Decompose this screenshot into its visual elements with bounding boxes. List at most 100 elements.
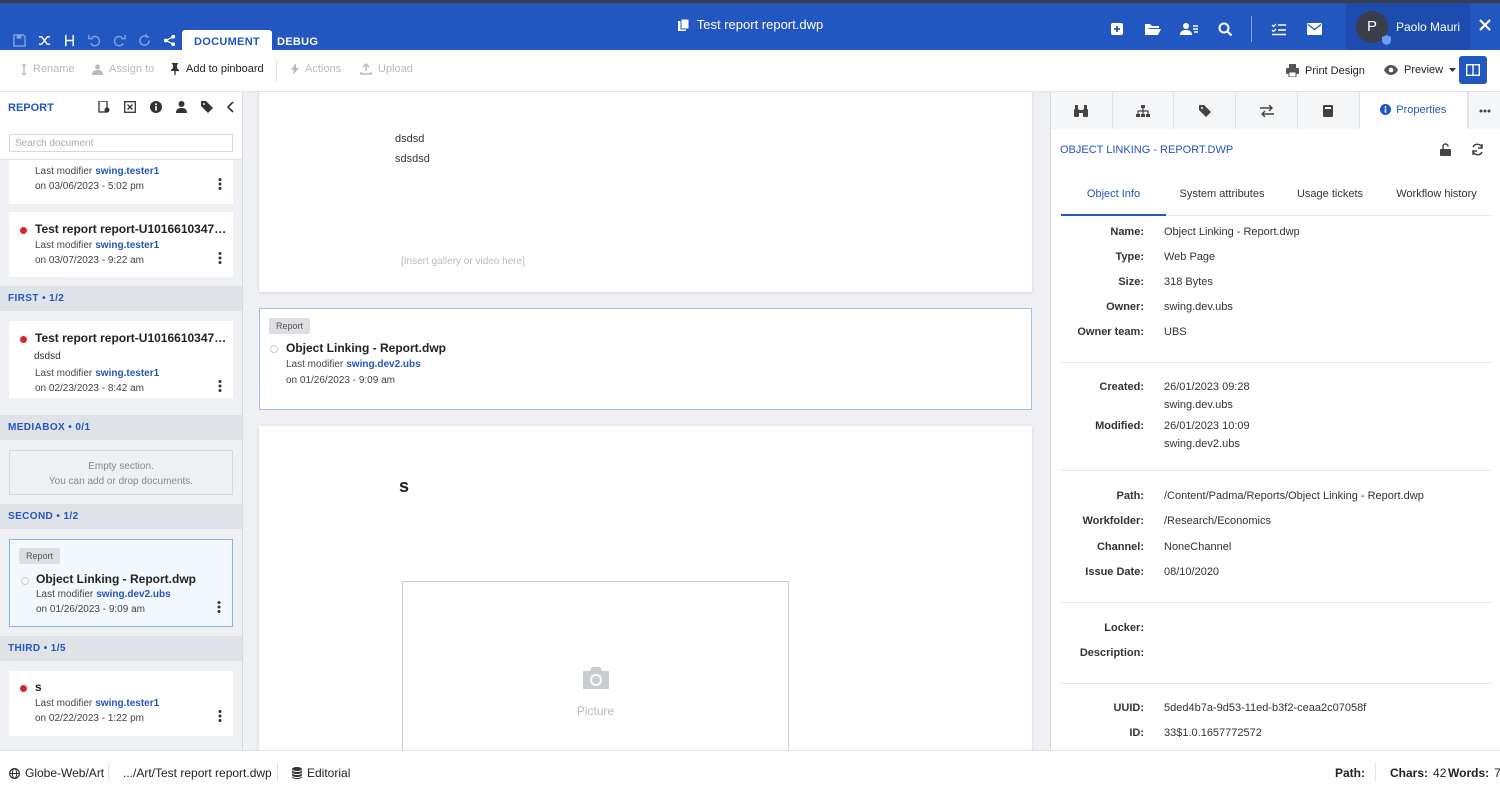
divider: [277, 763, 278, 781]
info-icon[interactable]: [150, 101, 162, 113]
close-box-icon[interactable]: [124, 101, 136, 113]
subtab-workflow-history[interactable]: Workflow history: [1382, 188, 1491, 216]
section-third[interactable]: THIRD • 1/5: [0, 636, 242, 661]
document-page[interactable]: s Picture: [259, 426, 1032, 750]
type-badge: Report: [269, 318, 311, 334]
more-vertical-icon[interactable]: [218, 178, 222, 190]
section-second[interactable]: SECOND • 1/2: [0, 504, 242, 529]
status-dot: [270, 345, 278, 353]
assign-to-button[interactable]: Assign to: [92, 63, 154, 75]
upload-icon: [360, 63, 372, 75]
picture-placeholder[interactable]: Picture: [402, 581, 789, 750]
words-count: Words: 7: [1448, 766, 1500, 780]
text-block[interactable]: dsdsd: [395, 133, 424, 145]
modifier-link[interactable]: swing.dev2.ubs: [96, 589, 170, 600]
properties-panel: Properties OBJECT LINKING - REPORT.DWP O…: [1050, 92, 1500, 750]
divider: [1060, 602, 1491, 603]
shuffle-icon[interactable]: [35, 31, 53, 49]
bolt-icon: [291, 63, 299, 75]
more-vertical-icon[interactable]: [218, 380, 222, 392]
save-icon[interactable]: [10, 31, 28, 49]
share-icon[interactable]: [160, 31, 178, 49]
undo-icon[interactable]: [85, 31, 103, 49]
list-item-selected[interactable]: Report Object Linking - Report.dwp Last …: [9, 539, 233, 627]
more-vertical-icon[interactable]: [217, 601, 221, 613]
notebook-icon[interactable]: [1297, 92, 1360, 129]
database-icon: [292, 767, 302, 779]
linked-object-card[interactable]: Report Object Linking - Report.dwp Last …: [259, 308, 1032, 410]
more-vertical-icon[interactable]: [218, 252, 222, 264]
status-dot: [20, 336, 27, 343]
split-layout-button[interactable]: [1459, 56, 1487, 84]
search-icon[interactable]: [1215, 19, 1235, 39]
globe-icon: [9, 767, 20, 779]
list-item[interactable]: Test report report-U101661034760... dsds…: [9, 321, 233, 398]
user-menu[interactable]: P Paolo Mauri: [1346, 3, 1470, 50]
rename-button[interactable]: Rename: [21, 63, 75, 75]
subtab-system-attributes[interactable]: System attributes: [1166, 188, 1278, 216]
divider: [1375, 763, 1376, 781]
gallery-placeholder[interactable]: [Insert gallery or video here]: [401, 256, 525, 267]
list-item[interactable]: Test report report-U101661034760... Last…: [9, 212, 233, 277]
add-icon[interactable]: [1107, 19, 1127, 39]
modifier-link[interactable]: swing.tester1: [95, 368, 159, 379]
person-icon[interactable]: [176, 101, 187, 113]
site-selector[interactable]: Globe-Web/Art: [9, 766, 104, 780]
list-item[interactable]: s Last modifier swing.tester1 on 02/22/20…: [9, 671, 233, 736]
copy-document-icon: [677, 18, 691, 32]
modifier-link[interactable]: swing.dev2.ubs: [346, 359, 420, 370]
add-to-pinboard-button[interactable]: Add to pinboard: [170, 63, 264, 75]
structure-icon[interactable]: [60, 31, 78, 49]
divider: [108, 763, 109, 781]
document-page[interactable]: dsdsd sdsdsd [Insert gallery or video he…: [259, 92, 1032, 292]
search-document-input[interactable]: [9, 134, 233, 152]
status-bar: Globe-Web/Art .../Art/Test report report…: [0, 750, 1500, 792]
status-dot: [21, 577, 29, 585]
text-block[interactable]: sdsdsd: [395, 153, 430, 165]
tab-properties[interactable]: Properties: [1359, 92, 1469, 129]
subtab-usage-tickets[interactable]: Usage tickets: [1278, 188, 1382, 216]
tag-icon[interactable]: [1174, 92, 1237, 129]
modifier-link[interactable]: swing.tester1: [95, 240, 159, 251]
empty-section-dropzone[interactable]: Empty section. You can add or drop docum…: [9, 450, 233, 495]
heading-block[interactable]: s: [399, 476, 409, 497]
info-icon: [1380, 104, 1392, 115]
folder-open-icon[interactable]: [1143, 19, 1163, 39]
print-design-button[interactable]: Print Design: [1286, 64, 1365, 77]
section-first[interactable]: FIRST • 1/2: [0, 286, 242, 311]
mail-icon[interactable]: [1304, 19, 1324, 39]
actions-button[interactable]: Actions: [291, 63, 341, 75]
preview-dropdown[interactable]: Preview: [1384, 64, 1457, 76]
list-item[interactable]: Last modifier swing.tester1 on 03/06/2023…: [9, 160, 233, 204]
upload-button[interactable]: Upload: [360, 63, 413, 75]
object-title: OBJECT LINKING - REPORT.DWP: [1060, 144, 1234, 156]
redo-icon[interactable]: [110, 31, 128, 49]
divider: [1060, 683, 1491, 684]
task-list-icon[interactable]: [1268, 19, 1288, 39]
sync-icon[interactable]: [1471, 143, 1484, 156]
modifier-link[interactable]: swing.tester1: [95, 166, 159, 177]
sitemap-icon[interactable]: [1112, 92, 1175, 129]
search-bar: [0, 124, 242, 160]
unlock-icon[interactable]: [1440, 143, 1451, 156]
modifier-link[interactable]: swing.tester1: [95, 698, 159, 709]
exchange-icon[interactable]: [1236, 92, 1298, 129]
status-dot: [20, 227, 27, 234]
report-panel-title: REPORT: [8, 102, 54, 114]
document-path-short[interactable]: .../Art/Test report report.dwp: [123, 766, 272, 780]
close-icon[interactable]: [1476, 16, 1494, 34]
section-mediabox[interactable]: MEDIABOX • 0/1: [0, 415, 242, 440]
divider: [1060, 362, 1491, 363]
chevron-left-icon[interactable]: [227, 101, 234, 113]
more-horizontal-icon[interactable]: [1468, 92, 1500, 129]
more-vertical-icon[interactable]: [218, 710, 222, 722]
doc-settings-icon[interactable]: [98, 101, 110, 113]
refresh-icon[interactable]: [135, 31, 153, 49]
document-canvas[interactable]: dsdsd sdsdsd [Insert gallery or video he…: [243, 92, 1050, 750]
user-settings-icon[interactable]: [1179, 19, 1199, 39]
binoculars-icon[interactable]: [1051, 92, 1113, 129]
editorial-selector[interactable]: Editorial: [292, 766, 350, 780]
tags-icon[interactable]: [201, 101, 213, 113]
subtab-object-info[interactable]: Object Info: [1061, 188, 1166, 216]
panel-tabs: Properties: [1051, 92, 1500, 129]
